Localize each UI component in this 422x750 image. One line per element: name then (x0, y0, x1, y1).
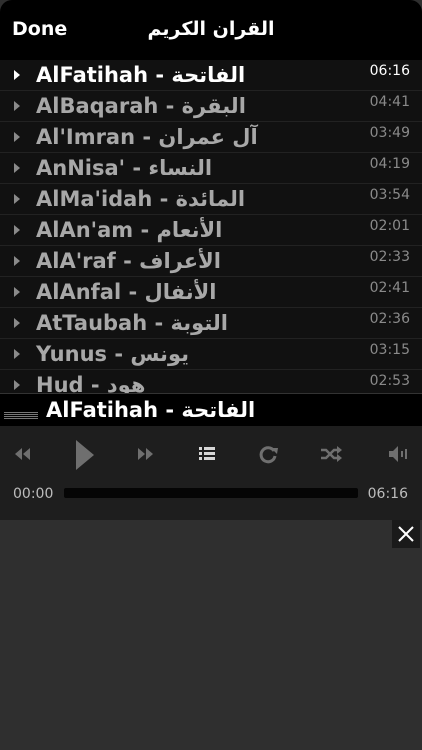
track-duration: 02:41 (369, 280, 410, 296)
track-name: AlFatihah - الفاتحة (36, 63, 246, 87)
track-duration: 04:19 (369, 156, 410, 172)
equalizer-icon (4, 412, 38, 419)
track-duration: 04:41 (369, 94, 410, 110)
play-arrow-icon (14, 101, 20, 111)
play-arrow-icon (14, 163, 20, 173)
track-name: AnNisa' - النساء (36, 156, 213, 180)
play-arrow-icon (14, 70, 20, 80)
play-icon (76, 440, 94, 470)
track-name: AtTaubah - التوبة (36, 311, 228, 335)
fast-forward-icon (138, 448, 153, 460)
track-row[interactable]: AlFatihah - الفاتحة 06:16 (0, 60, 422, 91)
play-arrow-icon (14, 225, 20, 235)
track-name: AlMa'idah - المائدة (36, 187, 246, 211)
track-duration: 06:16 (369, 63, 410, 79)
track-duration: 02:01 (369, 218, 410, 234)
track-row[interactable]: AtTaubah - التوبة 02:36 (0, 308, 422, 339)
volume-button[interactable] (384, 442, 414, 466)
play-arrow-icon (14, 380, 20, 390)
playlist-button[interactable] (192, 442, 222, 466)
track-duration: 03:49 (369, 125, 410, 141)
play-arrow-icon (14, 256, 20, 266)
now-playing-title: AlFatihah - الفاتحة (46, 398, 256, 422)
header-bar: Done القران الكريم (0, 0, 422, 60)
track-name: AlAn'am - الأنعام (36, 218, 223, 242)
track-duration: 02:33 (369, 249, 410, 265)
track-row[interactable]: AlAnfal - الأنفال 02:41 (0, 277, 422, 308)
track-name: Yunus - يونس (36, 342, 189, 366)
progress-slider[interactable] (64, 488, 358, 498)
play-arrow-icon (14, 194, 20, 204)
player-controls: 00:00 06:16 (0, 426, 422, 520)
track-duration: 03:15 (369, 342, 410, 358)
track-row[interactable]: AlBaqarah - البقرة 04:41 (0, 91, 422, 122)
repeat-icon (259, 446, 278, 464)
total-time: 06:16 (367, 486, 408, 502)
track-name: Al'Imran - آل عمران (36, 125, 258, 149)
track-row[interactable]: Yunus - يونس 03:15 (0, 339, 422, 370)
track-name: AlA'raf - الأعراف (36, 249, 221, 273)
page-title: القران الكريم (147, 18, 275, 40)
current-time: 00:00 (13, 486, 54, 502)
track-row[interactable]: AlAn'am - الأنعام 02:01 (0, 215, 422, 246)
play-arrow-icon (14, 349, 20, 359)
app-window: Done القران الكريم AlFatihah - الفاتحة 0… (0, 0, 422, 750)
play-arrow-icon (14, 132, 20, 142)
fast-forward-button[interactable] (130, 442, 160, 466)
now-playing-bar: AlFatihah - الفاتحة (0, 393, 422, 426)
play-arrow-icon (14, 287, 20, 297)
list-icon (199, 447, 215, 460)
track-list: AlFatihah - الفاتحة 06:16 AlBaqarah - ال… (0, 60, 422, 401)
track-row[interactable]: AnNisa' - النساء 04:19 (0, 153, 422, 184)
play-arrow-icon (14, 318, 20, 328)
track-duration: 02:53 (369, 373, 410, 389)
track-name: AlBaqarah - البقرة (36, 94, 246, 118)
play-button[interactable] (68, 438, 100, 472)
track-row[interactable]: AlMa'idah - المائدة 03:54 (0, 184, 422, 215)
close-icon (398, 526, 414, 542)
track-row[interactable]: AlA'raf - الأعراف 02:33 (0, 246, 422, 277)
track-name: AlAnfal - الأنفال (36, 280, 217, 304)
track-duration: 02:36 (369, 311, 410, 327)
close-button[interactable] (392, 520, 420, 548)
rewind-icon (15, 448, 30, 460)
volume-icon (389, 446, 407, 462)
track-row[interactable]: Al'Imran - آل عمران 03:49 (0, 122, 422, 153)
repeat-button[interactable] (254, 442, 284, 466)
rewind-button[interactable] (8, 442, 38, 466)
shuffle-button[interactable] (316, 442, 346, 466)
shuffle-icon (321, 446, 342, 462)
track-duration: 03:54 (369, 187, 410, 203)
